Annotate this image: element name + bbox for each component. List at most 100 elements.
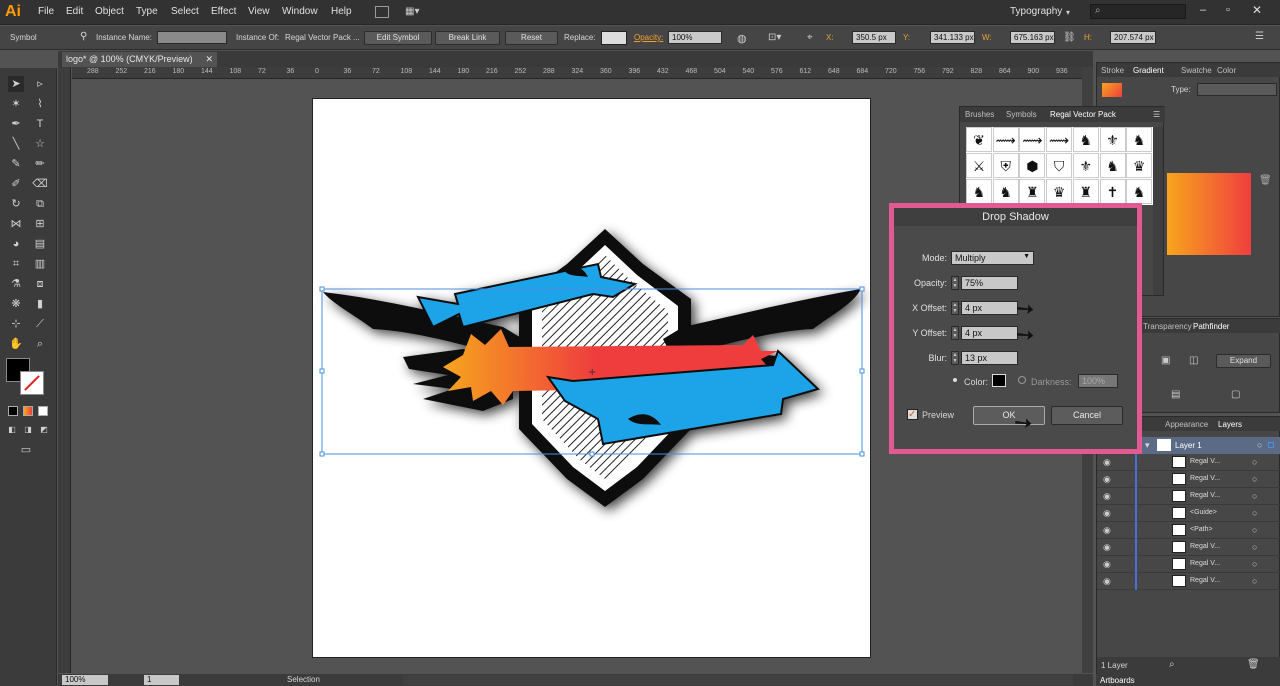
symbol-thumbnail[interactable]: ⟿ bbox=[1046, 127, 1073, 152]
opacity-input[interactable]: 75% bbox=[961, 276, 1018, 290]
cancel-button[interactable]: Cancel bbox=[1051, 406, 1123, 425]
symbol-grid[interactable]: ❦ ⟿ ⟿ ⟿ ♞ ⚜ ♞ ⚔ ⛨ ⬢ ⛉ ⚜ ♞ ♛ ♞ ♞ ♜ ♛ ♜ ✝ ♞ bbox=[966, 127, 1153, 205]
recolor-icon[interactable]: ◍ bbox=[737, 32, 747, 45]
menu-window[interactable]: Window bbox=[282, 6, 318, 17]
trash-icon[interactable]: 🗑 bbox=[1259, 175, 1272, 186]
hand-tool-icon[interactable]: ✋ bbox=[8, 336, 24, 352]
stroke-swatch[interactable] bbox=[20, 371, 44, 395]
symbol-thumbnail[interactable]: ♛ bbox=[1046, 179, 1073, 204]
x-offset-stepper[interactable]: ▲ ▼ bbox=[951, 301, 959, 315]
mesh-tool-icon[interactable]: ⌗ bbox=[8, 256, 24, 272]
eye-icon[interactable]: ◉ bbox=[1103, 474, 1111, 485]
link-icon[interactable]: ⛓ bbox=[1063, 32, 1076, 43]
line-tool-icon[interactable]: ╲ bbox=[8, 136, 24, 152]
target-icon[interactable]: ○ bbox=[1252, 508, 1257, 518]
eye-icon[interactable]: ◉ bbox=[1103, 457, 1111, 468]
symbols-scrollbar[interactable] bbox=[1153, 127, 1163, 295]
layer-item-name[interactable]: Regal V... bbox=[1190, 560, 1220, 567]
layer-row[interactable]: ◉ Regal V... ○ bbox=[1097, 539, 1280, 556]
replace-symbol-dropdown[interactable] bbox=[601, 31, 627, 45]
symbol-thumbnail[interactable]: ⚜ bbox=[1099, 127, 1126, 152]
close-icon[interactable]: ✕ bbox=[1252, 3, 1262, 17]
logo-artwork[interactable]: + bbox=[313, 99, 872, 659]
mode-select[interactable]: Multiply ▼ bbox=[951, 251, 1034, 265]
h-input[interactable]: 207.574 px bbox=[1110, 31, 1156, 44]
symbol-thumbnail[interactable]: ♛ bbox=[1126, 153, 1153, 178]
menu-select[interactable]: Select bbox=[171, 6, 199, 17]
pencil-icon[interactable]: ✏ bbox=[32, 156, 48, 172]
eraser-icon[interactable]: ⌫ bbox=[32, 176, 48, 192]
width-tool-icon[interactable]: ⋈ bbox=[8, 216, 24, 232]
symbol-thumbnail[interactable]: ⚔ bbox=[966, 153, 992, 178]
draw-normal-icon[interactable]: ◧ bbox=[4, 422, 20, 438]
layer-item-name[interactable]: Regal V... bbox=[1190, 543, 1220, 550]
chevron-down-icon[interactable]: ▾ bbox=[1066, 8, 1070, 17]
artboard-tool-icon[interactable]: ⊹ bbox=[8, 316, 24, 332]
tab-brushes[interactable]: Brushes bbox=[965, 110, 994, 119]
symbol-thumbnail[interactable]: ⟿ bbox=[992, 127, 1019, 152]
layer-item-name[interactable]: <Path> bbox=[1190, 526, 1213, 533]
scale-tool-icon[interactable]: ⧉ bbox=[32, 196, 48, 212]
y-offset-stepper[interactable]: ▲ ▼ bbox=[951, 326, 959, 340]
zoom-tool-icon[interactable]: ⌕ bbox=[32, 336, 48, 352]
close-tab-icon[interactable]: ✕ bbox=[205, 54, 213, 65]
type-tool-icon[interactable]: T bbox=[32, 116, 48, 132]
expand-button[interactable]: Expand bbox=[1216, 354, 1271, 368]
layer-row[interactable]: ◉ Regal V... ○ bbox=[1097, 488, 1280, 505]
slice-tool-icon[interactable]: ⟋ bbox=[32, 316, 48, 332]
graph-tool-icon[interactable]: ▮ bbox=[32, 296, 48, 312]
divide-icon[interactable]: ▤ bbox=[1171, 389, 1180, 400]
break-link-button[interactable]: Break Link bbox=[435, 31, 500, 45]
symbol-thumbnail[interactable]: ⟿ bbox=[1019, 127, 1046, 152]
symbol-thumbnail[interactable]: ⛉ bbox=[1046, 153, 1073, 178]
symbol-thumbnail[interactable]: ♜ bbox=[1072, 179, 1099, 204]
gradient-mode-icon[interactable] bbox=[23, 406, 33, 416]
opacity-input[interactable]: 100% bbox=[668, 31, 722, 44]
eye-icon[interactable]: ◉ bbox=[1103, 576, 1111, 587]
horizontal-scrollbar[interactable] bbox=[403, 675, 1073, 685]
vertical-ruler[interactable] bbox=[58, 67, 71, 673]
color-radio[interactable] bbox=[951, 376, 959, 384]
symbol-thumbnail[interactable]: ♞ bbox=[1099, 153, 1126, 178]
blob-brush-icon[interactable]: ✐ bbox=[8, 176, 24, 192]
opacity-stepper[interactable]: ▲ ▼ bbox=[951, 276, 959, 290]
tab-regal-vector-pack[interactable]: Regal Vector Pack bbox=[1050, 110, 1116, 119]
symbol-thumbnail[interactable]: ♞ bbox=[992, 179, 1019, 204]
symbol-thumbnail[interactable]: ⛨ bbox=[992, 153, 1019, 178]
symbol-thumbnail[interactable]: ♞ bbox=[1126, 127, 1153, 152]
symbol-sprayer-icon[interactable]: ❋ bbox=[8, 296, 24, 312]
layer-name[interactable]: Layer 1 bbox=[1175, 441, 1202, 450]
target-icon[interactable]: ○ bbox=[1252, 559, 1257, 569]
tab-appearance[interactable]: Appearance bbox=[1165, 420, 1208, 429]
instance-name-input[interactable] bbox=[157, 31, 227, 44]
layer-row[interactable]: ◉ Regal V... ○ bbox=[1097, 454, 1280, 471]
outline-icon[interactable]: ▢ bbox=[1231, 389, 1240, 400]
delete-layer-icon[interactable]: 🗑 bbox=[1247, 659, 1260, 670]
pen-tool-icon[interactable]: ✒ bbox=[8, 116, 24, 132]
target-icon[interactable]: ○ bbox=[1252, 474, 1257, 484]
layer-item-name[interactable]: Regal V... bbox=[1190, 577, 1220, 584]
magic-wand-icon[interactable]: ✶ bbox=[8, 96, 24, 112]
document-tab[interactable]: logo* @ 100% (CMYK/Preview) ✕ bbox=[62, 52, 217, 67]
perspective-grid-icon[interactable]: ▤ bbox=[32, 236, 48, 252]
edit-symbol-button[interactable]: Edit Symbol bbox=[364, 31, 432, 45]
selection-tool-icon[interactable]: ➤ bbox=[8, 76, 24, 92]
gradient-thumbnail[interactable] bbox=[1102, 83, 1122, 97]
unite-icon[interactable]: ▣ bbox=[1161, 355, 1170, 366]
align-icon[interactable]: ⊡▾ bbox=[768, 32, 781, 43]
menu-help[interactable]: Help bbox=[331, 6, 352, 17]
target-icon[interactable]: ○ bbox=[1252, 576, 1257, 586]
layer-item-name[interactable]: <Guide> bbox=[1190, 509, 1217, 516]
w-input[interactable]: 675.163 px bbox=[1010, 31, 1055, 44]
target-icon[interactable]: ○ bbox=[1252, 457, 1257, 467]
draw-behind-icon[interactable]: ◨ bbox=[20, 422, 36, 438]
tab-symbols[interactable]: Symbols bbox=[1006, 110, 1037, 119]
free-transform-icon[interactable]: ⊞ bbox=[32, 216, 48, 232]
tab-layers[interactable]: Layers bbox=[1218, 420, 1242, 429]
gradient-type-select[interactable] bbox=[1197, 83, 1277, 96]
eye-icon[interactable]: ◉ bbox=[1103, 491, 1111, 502]
tab-pathfinder[interactable]: Pathfinder bbox=[1193, 322, 1229, 331]
symbol-thumbnail[interactable]: ♞ bbox=[1072, 127, 1099, 152]
opacity-label[interactable]: Opacity: bbox=[634, 33, 663, 42]
layer-row[interactable]: ◉ Regal V... ○ bbox=[1097, 573, 1280, 590]
